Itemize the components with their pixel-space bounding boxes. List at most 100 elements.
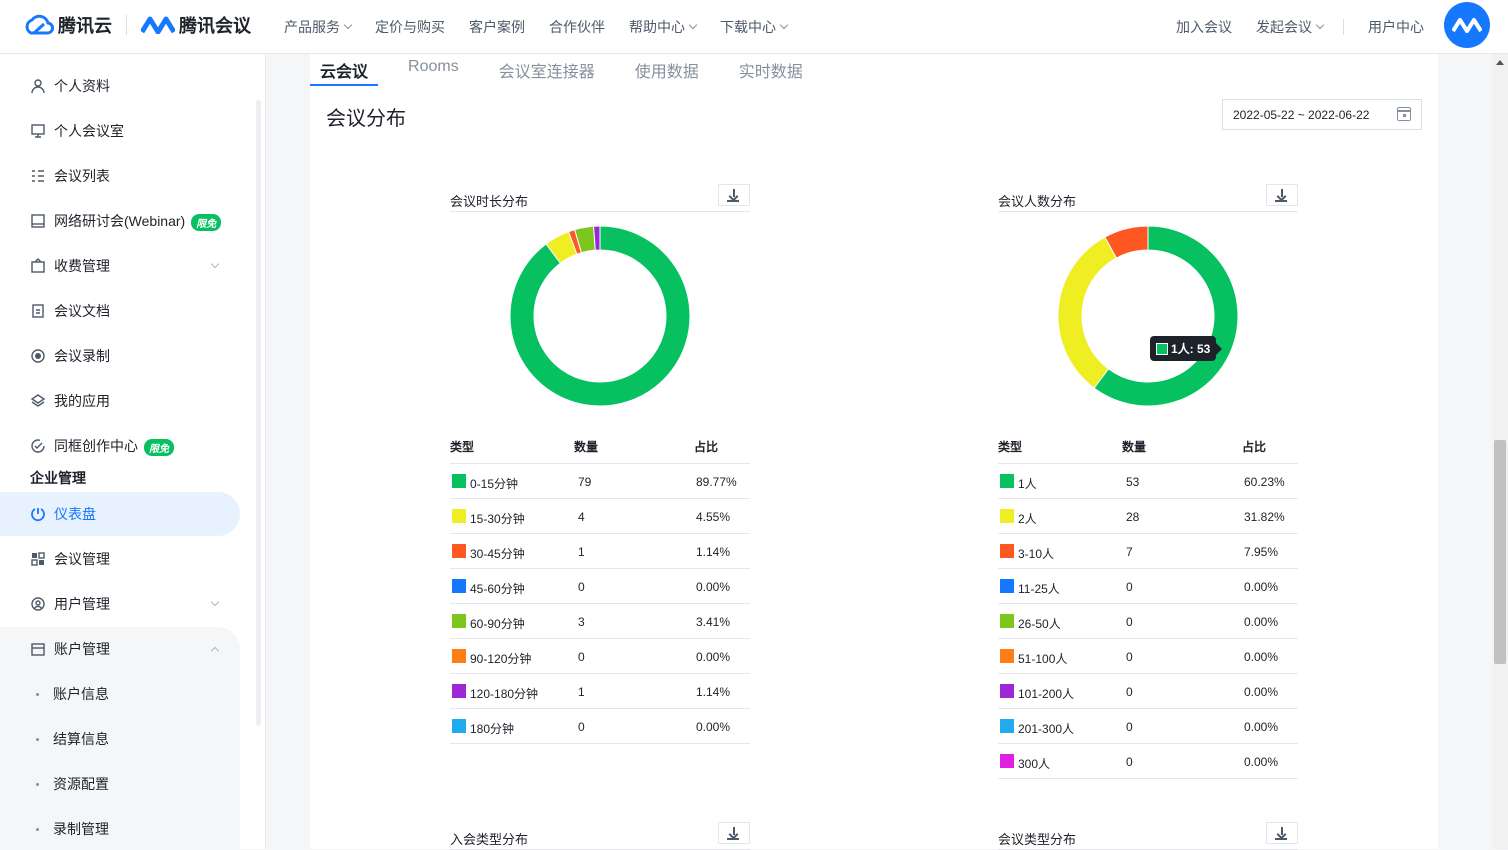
avatar[interactable]	[1444, 2, 1490, 48]
bullet-dot	[36, 692, 39, 696]
tab-item[interactable]: 使用数据	[625, 54, 709, 86]
category-label: 2人	[1018, 512, 1037, 526]
sidebar-item[interactable]: 会议录制	[0, 334, 240, 378]
brand-logo[interactable]: 腾讯云 腾讯会议	[22, 12, 251, 38]
category-label: 30-45分钟	[470, 547, 525, 561]
nav-item[interactable]: 下载中心	[720, 17, 789, 37]
product-name: 腾讯会议	[179, 16, 251, 36]
sidebar-item[interactable]: 个人会议室	[0, 109, 240, 153]
date-range-picker[interactable]: 2022-05-22 ~ 2022-06-22	[1222, 99, 1422, 130]
download-button[interactable]	[1266, 822, 1298, 844]
tooltip-text: 1人: 53	[1171, 342, 1211, 356]
date-range-value: 2022-05-22 ~ 2022-06-22	[1233, 108, 1370, 122]
legend-swatch[interactable]	[452, 509, 466, 523]
donut-chart	[1056, 224, 1240, 408]
column-header-type: 类型	[450, 440, 475, 454]
sidebar-item[interactable]: 用户管理	[0, 582, 240, 626]
sidebar-subitem-label: 结算信息	[53, 731, 109, 747]
sidebar-subitem[interactable]: 资源配置	[36, 774, 109, 794]
count-value: 53	[1126, 475, 1140, 489]
sidebar-item[interactable]: 会议管理	[0, 537, 240, 581]
share-value: 0.00%	[1244, 685, 1279, 699]
category-label: 11-25人	[1018, 582, 1060, 596]
nav-item[interactable]: 合作伙伴	[549, 17, 605, 37]
donut-slice[interactable]	[1057, 236, 1118, 389]
legend-swatch[interactable]	[1000, 719, 1014, 733]
wallet-icon	[30, 258, 46, 274]
sidebar-item[interactable]: 会议列表	[0, 154, 240, 198]
chevron-down-icon	[210, 597, 220, 607]
legend-swatch[interactable]	[452, 719, 466, 733]
panel-title: 会议类型分布	[998, 832, 1077, 847]
donut-svg	[1057, 225, 1239, 407]
category-label: 51-100人	[1018, 652, 1068, 666]
count-value: 1	[578, 545, 585, 559]
scrollbar-thumb[interactable]	[1494, 440, 1506, 664]
donut-chart	[508, 224, 692, 408]
category-label: 120-180分钟	[470, 687, 539, 701]
category-label: 101-200人	[1018, 687, 1075, 701]
sidebar-item[interactable]: 同框创作中心 限免	[0, 424, 240, 468]
layers-icon	[30, 393, 46, 409]
share-value: 3.41%	[696, 615, 731, 629]
main-content: 云会议 Rooms 会议室连接器 使用数据 实时数据 会议分布 2022-05-22 ~…	[310, 54, 1438, 850]
legend-swatch[interactable]	[1000, 579, 1014, 593]
nav-item[interactable]: 客户案例	[469, 17, 525, 37]
legend-swatch[interactable]	[452, 649, 466, 663]
sidebar-item[interactable]: 会议文档	[0, 289, 240, 333]
legend-swatch[interactable]	[1000, 614, 1014, 628]
sidebar-item[interactable]: 我的应用	[0, 379, 240, 423]
calendar-icon	[1397, 107, 1411, 121]
sidebar-item-label: 个人会议室	[54, 121, 124, 141]
tab-item[interactable]: Rooms	[398, 54, 469, 86]
sidebar-subitem[interactable]: 录制管理	[36, 819, 109, 839]
legend-swatch[interactable]	[452, 474, 466, 488]
category-label: 201-300人	[1018, 722, 1075, 736]
panel-header: 会议人数分布	[998, 184, 1298, 212]
record-icon	[30, 348, 46, 364]
donut-slice[interactable]	[509, 225, 691, 407]
donut-slice[interactable]	[593, 225, 601, 251]
start-meeting-menu[interactable]: 发起会议	[1256, 17, 1325, 37]
scroll-up-arrow-icon[interactable]	[1496, 60, 1504, 65]
join-meeting-link[interactable]: 加入会议	[1176, 17, 1232, 37]
download-button[interactable]	[1266, 184, 1298, 206]
tab-item[interactable]: 云会议	[310, 54, 379, 86]
legend-swatch[interactable]	[1000, 509, 1014, 523]
category-label: 300人	[1018, 757, 1051, 771]
user-center-link[interactable]: 用户中心	[1368, 17, 1424, 37]
download-button[interactable]	[718, 184, 750, 206]
sidebar-subitem[interactable]: 结算信息	[36, 729, 109, 749]
sidebar-item-text: 个人会议室	[54, 123, 124, 139]
category-label: 45-60分钟	[470, 582, 525, 596]
page-scrollbar[interactable]	[1492, 54, 1508, 849]
sidebar-item-text: 我的应用	[54, 393, 110, 409]
sidebar-item[interactable]: 收费管理	[0, 244, 240, 288]
sidebar-item[interactable]: 个人资料	[0, 64, 240, 108]
download-icon	[727, 200, 739, 202]
count-value: 0	[578, 580, 585, 594]
legend-swatch[interactable]	[1000, 754, 1014, 768]
sidebar-subitem[interactable]: 账户信息	[36, 684, 109, 704]
legend-swatch[interactable]	[452, 544, 466, 558]
tab-item[interactable]: 会议室连接器	[489, 54, 605, 86]
legend-swatch[interactable]	[1000, 544, 1014, 558]
legend-swatch[interactable]	[1000, 474, 1014, 488]
legend-swatch[interactable]	[452, 684, 466, 698]
nav-item[interactable]: 产品服务	[284, 17, 353, 37]
nav-item[interactable]: 定价与购买	[375, 17, 445, 37]
legend-swatch[interactable]	[452, 579, 466, 593]
sidebar-item[interactable]: 账户管理	[0, 627, 240, 671]
sidebar-item[interactable]: 仪表盘	[0, 492, 240, 536]
sidebar-item[interactable]: 网络研讨会(Webinar) 限免	[0, 199, 240, 243]
sidebar-scrollbar[interactable]	[256, 100, 261, 726]
tab-item[interactable]: 实时数据	[729, 54, 813, 86]
document-icon	[30, 303, 46, 319]
chart-tooltip: 1人: 53	[1150, 336, 1223, 361]
legend-swatch[interactable]	[1000, 684, 1014, 698]
download-button[interactable]	[718, 822, 750, 844]
legend-swatch[interactable]	[452, 614, 466, 628]
legend-swatch[interactable]	[1000, 649, 1014, 663]
nav-item[interactable]: 帮助中心	[629, 17, 698, 37]
table-row: 90-120分钟 0 0.00%	[450, 639, 750, 674]
